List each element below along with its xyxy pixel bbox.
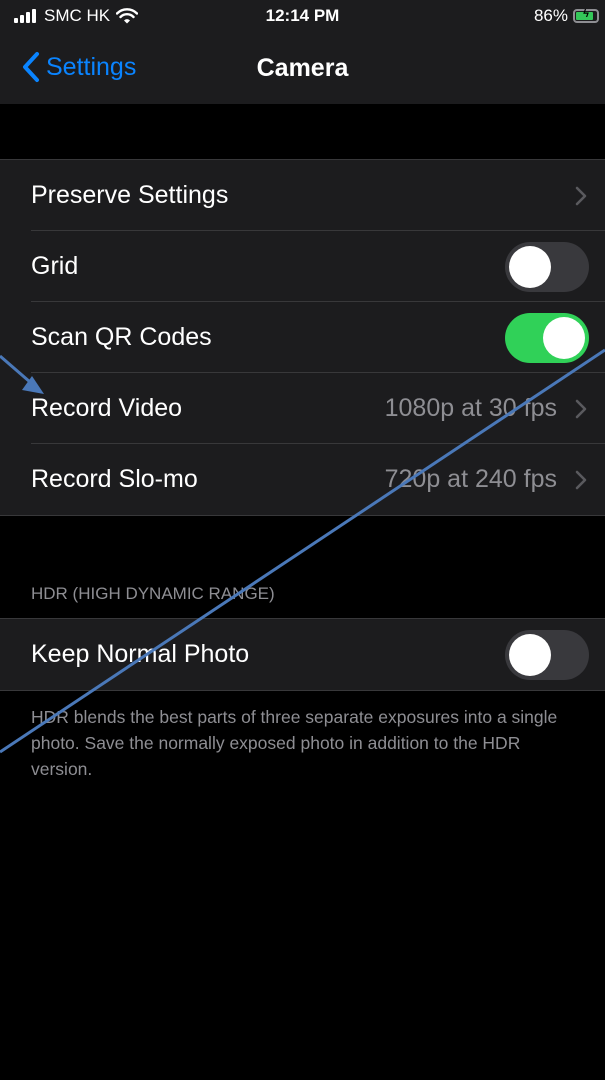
chevron-right-icon: [575, 186, 587, 205]
row-label: Preserve Settings: [31, 181, 229, 209]
toggle-knob: [509, 245, 551, 288]
row-label: Record Video: [31, 394, 183, 422]
hdr-section-header: HDR (HIGH DYNAMIC RANGE): [31, 584, 275, 603]
row-label: Grid: [31, 252, 79, 280]
status-right: 86% ϟ: [534, 6, 599, 26]
clock: 12:14 PM: [265, 6, 340, 25]
row-record-video[interactable]: Record Video 1080p at 30 fps: [0, 373, 605, 444]
camera-settings-screen: SMC HK 12:14 PM 86% ϟ Settings Camera Pr…: [0, 0, 605, 1080]
row-grid: Grid: [0, 231, 605, 302]
chevron-right-icon: [575, 399, 587, 418]
battery-charging-icon: ϟ: [573, 8, 599, 23]
scan-qr-codes-toggle[interactable]: [505, 312, 589, 363]
row-label: Scan QR Codes: [31, 323, 212, 351]
hdr-group: Keep Normal Photo: [0, 618, 605, 691]
row-scan-qr-codes: Scan QR Codes: [0, 302, 605, 373]
row-label: Record Slo-mo: [31, 465, 198, 493]
status-bar: SMC HK 12:14 PM 86% ϟ: [0, 0, 605, 34]
row-keep-normal-photo: Keep Normal Photo: [0, 619, 605, 690]
row-preserve-settings[interactable]: Preserve Settings: [0, 160, 605, 231]
bolt-icon: ϟ: [583, 8, 589, 20]
row-value: 720p at 240 fps: [384, 465, 557, 493]
toggle-knob: [509, 633, 551, 676]
hdr-footer-description: HDR blends the best parts of three separ…: [31, 707, 558, 779]
battery-percent: 86%: [533, 6, 568, 25]
chevron-right-icon: [575, 470, 587, 489]
keep-normal-photo-toggle[interactable]: [505, 629, 589, 680]
page-title: Camera: [256, 54, 349, 82]
camera-options-group: Preserve Settings Grid Scan QR Codes Rec…: [0, 159, 605, 516]
grid-toggle[interactable]: [505, 241, 589, 292]
row-record-slo-mo[interactable]: Record Slo-mo 720p at 240 fps: [0, 444, 605, 515]
row-label: Keep Normal Photo: [31, 640, 250, 668]
navigation-bar: Settings Camera: [0, 34, 605, 104]
row-value: 1080p at 30 fps: [384, 394, 557, 422]
toggle-knob: [543, 316, 585, 359]
